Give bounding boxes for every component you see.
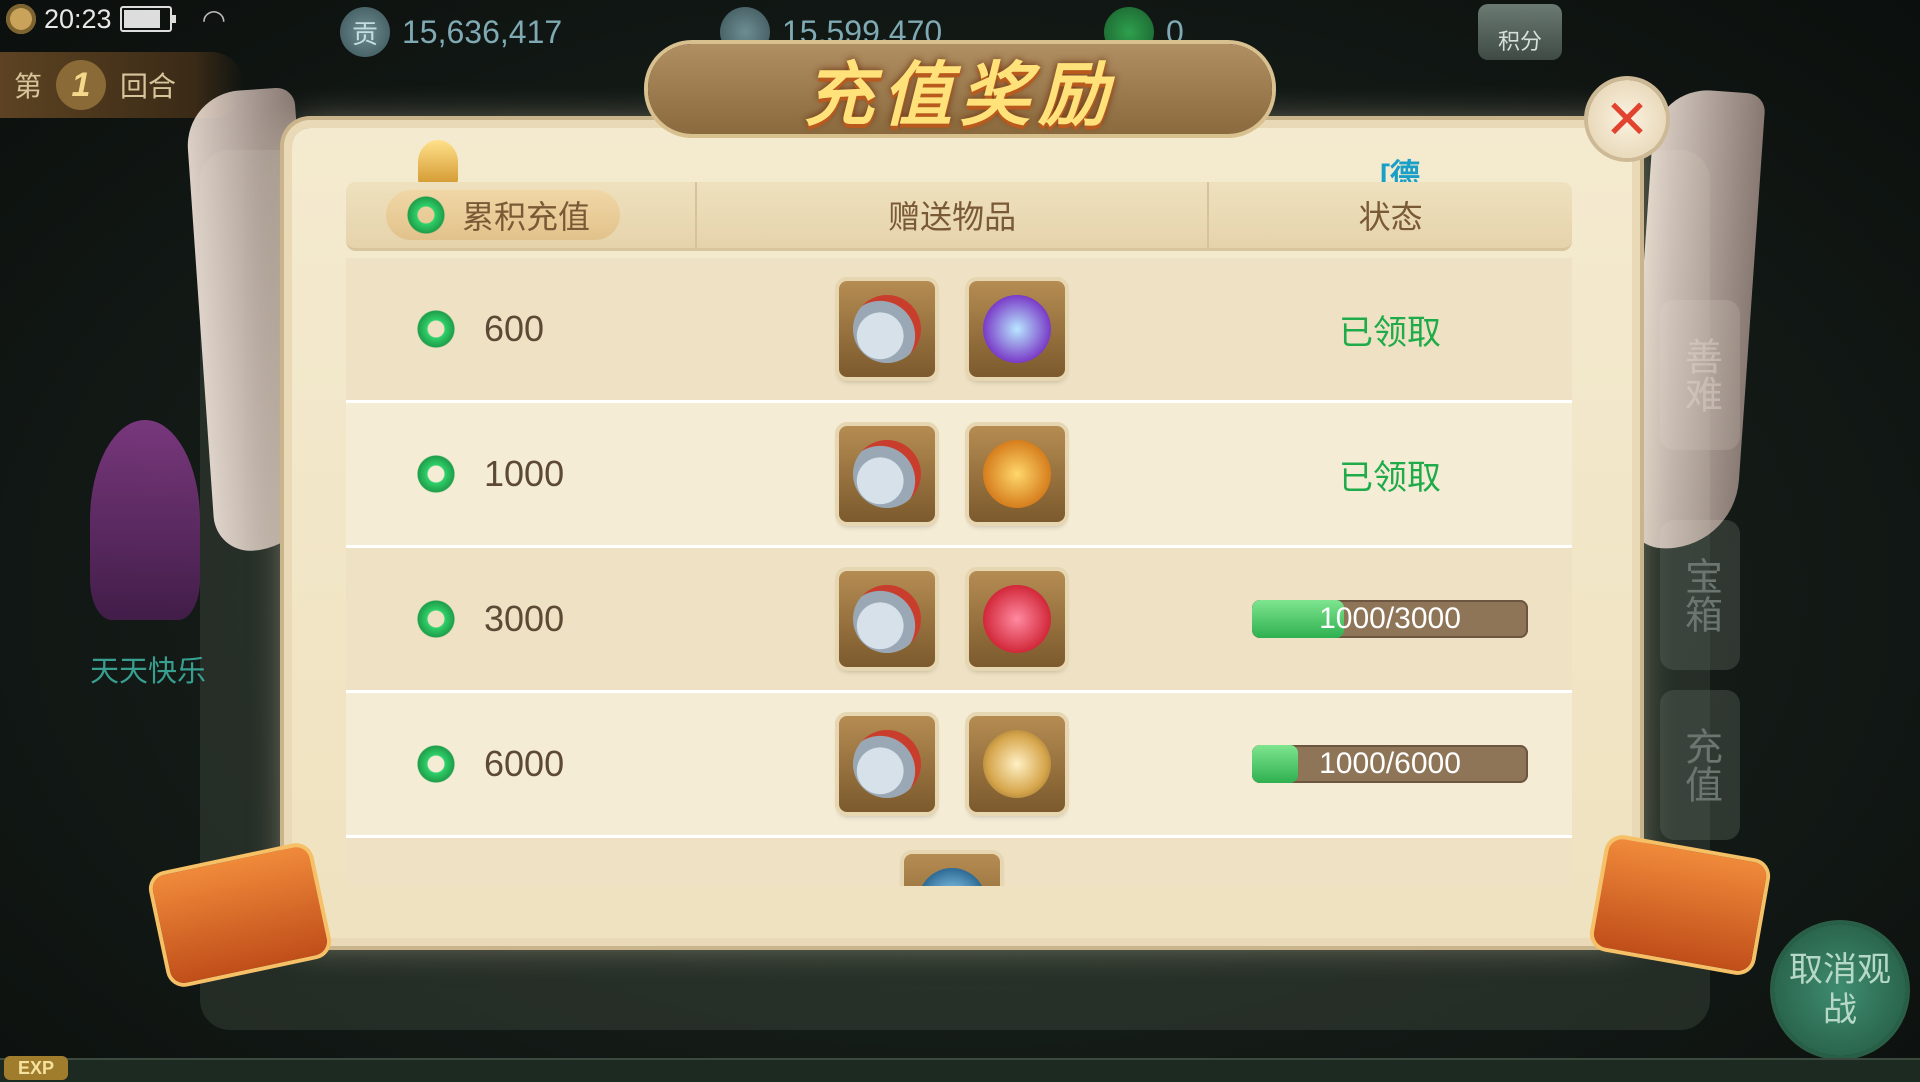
amount-value: 1000: [484, 453, 565, 494]
reward-row: 6000 1000/6000: [346, 693, 1572, 838]
gift-items: [696, 281, 1208, 377]
silver-ingots-bag-icon: [853, 585, 921, 653]
dialog-title-plate: 充值奖励: [648, 44, 1272, 136]
progress-bar: 1000/6000: [1252, 745, 1528, 783]
amount-value: 600: [484, 308, 545, 349]
jade-icon: [416, 744, 456, 784]
clock-time: 20:23: [44, 3, 112, 34]
status-bar: 20:23 ◠: [6, 2, 226, 36]
header-gift-items: 赠送物品: [694, 182, 1210, 248]
amount-value: 3000: [484, 598, 565, 639]
header-status: 状态: [1358, 199, 1423, 235]
silver-ingots-bag-icon: [853, 295, 921, 363]
jade-icon: [406, 195, 446, 235]
item-slot-silver-ingots[interactable]: [839, 281, 935, 377]
bell-icon: [418, 140, 458, 184]
claimed-label: 已领取: [1339, 458, 1441, 497]
progress-text: 1000/3000: [1319, 602, 1461, 635]
cancel-watch-button[interactable]: 取消观战: [1774, 924, 1906, 1056]
gift-items: [696, 716, 1208, 812]
battery-icon: [119, 6, 176, 32]
item-slot-golden-dragon[interactable]: [969, 716, 1065, 812]
recharge-amount: 3000: [346, 598, 696, 640]
item-slot-red-lucky-bag[interactable]: [969, 571, 1065, 667]
item-slot-silver-ingots[interactable]: [839, 716, 935, 812]
reward-row: 1000 已领取: [346, 403, 1572, 548]
hero-character-sprite: [90, 420, 200, 620]
round-prefix: 第: [14, 71, 43, 102]
close-button[interactable]: ✕: [1588, 80, 1666, 158]
round-suffix: 回合: [120, 71, 177, 102]
gift-items: [696, 426, 1208, 522]
hero-name: 天天快乐: [90, 656, 207, 688]
contribution-coin-icon: 贡: [340, 7, 390, 57]
reward-status: 1000/6000: [1208, 745, 1572, 783]
exp-label: EXP: [4, 1056, 68, 1080]
settings-gear-icon[interactable]: [6, 4, 36, 34]
header-cumulative-recharge: 累积充值: [346, 182, 695, 248]
item-slot-silver-ingots[interactable]: [839, 426, 935, 522]
silver-ingots-bag-icon: [853, 440, 921, 508]
exp-bar: [0, 1058, 1920, 1082]
gold-lucky-bag-icon: [983, 440, 1051, 508]
contribution-value: 15,636,417: [402, 13, 563, 50]
reward-list[interactable]: 600 已领取 1000 已领取 3000 1000/3000 6000 100…: [346, 258, 1572, 886]
table-header: 累积充值 赠送物品 状态: [346, 182, 1572, 251]
reward-row: 600 已领取: [346, 258, 1572, 403]
item-slot-crystal-orb[interactable]: [969, 281, 1065, 377]
crystal-orb-icon: [983, 295, 1051, 363]
reward-row: 3000 1000/3000: [346, 548, 1572, 693]
dialog-title: 充值奖励: [804, 52, 1116, 136]
jade-claw-icon: [918, 868, 986, 886]
jade-icon: [416, 309, 456, 349]
red-lucky-bag-icon: [983, 585, 1051, 653]
recharge-amount: 1000: [346, 453, 696, 495]
round-number: 1: [56, 60, 107, 110]
reward-status: 已领取: [1208, 305, 1572, 354]
side-button-3[interactable]: 充值: [1660, 690, 1740, 840]
progress-text: 1000/6000: [1319, 747, 1461, 780]
claimed-label: 已领取: [1339, 313, 1441, 352]
reward-status: 1000/3000: [1208, 600, 1572, 638]
gift-items: [696, 854, 1208, 886]
progress-bar: 1000/3000: [1252, 600, 1528, 638]
item-slot-silver-ingots[interactable]: [839, 571, 935, 667]
reward-row: [346, 838, 1572, 886]
silver-ingots-bag-icon: [853, 730, 921, 798]
jade-icon: [416, 599, 456, 639]
wifi-icon: ◠: [201, 3, 227, 35]
item-slot-jade-claw[interactable]: [904, 854, 1000, 886]
item-slot-gold-lucky-bag[interactable]: [969, 426, 1065, 522]
golden-dragon-mount-icon: [983, 730, 1051, 798]
score-button[interactable]: 积分: [1478, 4, 1562, 60]
contribution-currency: 贡 15,636,417: [340, 4, 562, 60]
jade-icon: [416, 454, 456, 494]
cumulative-recharge-pill: 累积充值: [386, 190, 621, 240]
recharge-amount: 600: [346, 308, 696, 350]
recharge-amount: 6000: [346, 743, 696, 785]
reward-status: 已领取: [1208, 450, 1572, 499]
gift-items: [696, 571, 1208, 667]
amount-value: 6000: [484, 743, 565, 784]
header-col1-label: 累积充值: [462, 199, 591, 235]
